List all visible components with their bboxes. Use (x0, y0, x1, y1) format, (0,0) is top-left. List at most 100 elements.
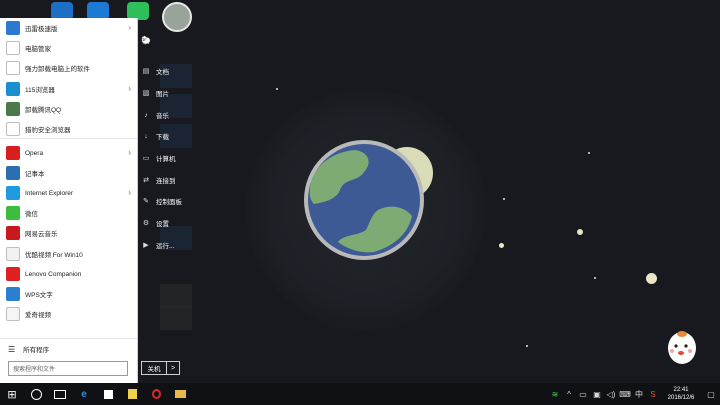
start-menu-item[interactable]: Internet Explorer › (0, 183, 137, 203)
start-menu-item[interactable]: 优酷视频 For Win10 (0, 244, 137, 264)
connect-icon: ⇄ (143, 177, 149, 184)
search-button[interactable] (24, 383, 48, 405)
keyboard-icon[interactable]: ⌨ (618, 383, 632, 405)
star (577, 229, 583, 235)
taskbar: ⊞ e ≋ ^ ▭ ▣ ◁) ⌨ 中 S 22:41 2016/12/6 ▢ (0, 383, 720, 405)
start-right-label: 运行... (156, 243, 175, 250)
start-right-item[interactable]: ↓ 下载 (141, 127, 169, 145)
all-programs-label: 所有程序 (23, 347, 50, 354)
wifi-icon[interactable]: ≋ (548, 383, 562, 405)
ime-indicator[interactable]: 中 (632, 383, 646, 405)
start-right-label: 连接到 (156, 178, 176, 185)
music-icon: ♪ (144, 111, 148, 119)
desktop-tile (160, 284, 192, 308)
ie-icon (6, 186, 20, 200)
doc-icon (6, 122, 20, 136)
start-right-item[interactable]: ▭ 计算机 (141, 149, 176, 167)
folder-icon (174, 390, 186, 398)
start-right-item[interactable]: ⚙ 设置 (141, 214, 169, 232)
pictures-icon: ▧ (142, 90, 150, 97)
taskbar-notes[interactable] (120, 383, 144, 405)
start-menu-item[interactable]: 卸载腾讯QQ (0, 99, 137, 119)
clock[interactable]: 22:41 2016/12/6 (660, 386, 702, 402)
start-right-label: 控制面板 (156, 199, 182, 206)
app-label: 爱奇视频 (25, 312, 51, 319)
all-programs-button[interactable]: ☰ 所有程序 (0, 340, 137, 358)
chevron-right-icon: › (128, 148, 131, 157)
star (499, 243, 504, 248)
ime-label: 中 (635, 389, 643, 399)
star (526, 345, 528, 347)
search-input[interactable]: 搜索程序和文件 (8, 361, 128, 376)
app-label: 迅雷极速版 (25, 26, 58, 33)
start-right-item[interactable]: ▧ 图片 (141, 84, 169, 102)
start-right-item[interactable]: ▶ 运行... (141, 236, 174, 254)
control-panel-icon: ✎ (143, 198, 149, 205)
notes-icon (127, 389, 137, 399)
app-label: Internet Explorer (25, 189, 74, 197)
start-menu-item[interactable]: Lenovo Companion (0, 264, 137, 284)
taskbar-edge[interactable]: e (72, 383, 96, 405)
start-right-label: 文档 (156, 69, 169, 76)
app-label: WPS文字 (25, 292, 53, 299)
start-menu: 迅雷极速版 › 电脑管家 强力卸载电脑上的软件 115浏览器 › 卸载腾讯QQ 猎豹安全浏览器… (0, 18, 138, 383)
start-menu-item[interactable]: 115浏览器 › (0, 79, 137, 99)
shutdown-options-button[interactable]: > (167, 361, 180, 375)
task-view-button[interactable] (48, 383, 72, 405)
divider (0, 338, 137, 339)
lenovo-icon (6, 267, 20, 281)
settings-icon: ⚙ (142, 220, 150, 227)
system-tray: ≋ ^ ▭ ▣ ◁) ⌨ 中 S 22:41 2016/12/6 ▢ (548, 383, 720, 405)
start-right-item[interactable]: ⇄ 连接到 (141, 171, 176, 189)
start-menu-item[interactable]: Opera › (0, 143, 137, 163)
clock-date: 2016/12/6 (667, 395, 695, 401)
video-icon (6, 307, 20, 321)
app-label: 优酷视频 For Win10 (25, 252, 83, 259)
start-menu-item[interactable]: 迅雷极速版 › (0, 18, 137, 38)
start-menu-item[interactable]: 微信 (0, 203, 137, 223)
taskbar-opera[interactable] (144, 383, 168, 405)
shutdown-button[interactable]: 关机 (141, 361, 167, 375)
taskbar-explorer[interactable] (168, 383, 192, 405)
start-menu-item[interactable]: 网易云音乐 (0, 223, 137, 243)
app-label: 微信 (25, 211, 38, 218)
run-icon: ▶ (143, 242, 149, 249)
star (276, 88, 278, 90)
star (594, 277, 596, 279)
edge-icon: e (81, 388, 87, 400)
wechat-icon (6, 206, 20, 220)
start-menu-item[interactable]: 爱奇视频 (0, 304, 137, 324)
search-placeholder: 搜索程序和文件 (13, 367, 56, 373)
start-right-item[interactable]: ✎ 控制面板 (141, 192, 182, 210)
start-right-item[interactable]: ♪ 音乐 (141, 106, 169, 124)
start-right-label: 设置 (156, 221, 169, 228)
start-menu-item[interactable]: 强力卸载电脑上的软件 (0, 58, 137, 78)
documents-icon: ▤ (142, 68, 150, 75)
start-right-column: 🐑 ▤ 文档 ▧ 图片 ♪ 音乐 ↓ 下载 ▭ 计算机 ⇄ 连接到 ✎ 控制面板 ⚙ 设置 ▶ 运行... (137, 34, 197, 264)
user-avatar[interactable] (162, 2, 192, 32)
start-menu-item[interactable]: 猎豹安全浏览器 (0, 119, 137, 139)
windows-logo-icon: ⊞ (7, 388, 17, 401)
network-icon[interactable]: ▣ (590, 383, 604, 405)
chevron-up-icon[interactable]: ^ (562, 383, 576, 405)
volume-icon[interactable]: ◁) (604, 383, 618, 405)
opera-icon (6, 146, 20, 160)
tray-app-icon[interactable]: ▭ (576, 383, 590, 405)
sogou-icon[interactable]: S (646, 383, 660, 405)
search-circle-icon (30, 388, 42, 400)
start-right-label: 计算机 (156, 156, 176, 163)
start-menu-item[interactable]: WPS文字 (0, 284, 137, 304)
app-label: Lenovo Companion (25, 270, 82, 278)
thunder-icon (6, 21, 20, 35)
store-icon (103, 389, 113, 399)
taskbar-store[interactable] (96, 383, 120, 405)
mascot-sticker (668, 331, 696, 364)
start-right-label: 图片 (156, 91, 169, 98)
start-menu-item[interactable]: 电脑管家 (0, 38, 137, 58)
notification-icon[interactable]: ▢ (702, 383, 720, 405)
start-button[interactable]: ⊞ (0, 383, 24, 405)
start-right-item[interactable]: ▤ 文档 (141, 62, 169, 80)
app-label: 115浏览器 (25, 87, 55, 94)
start-menu-item[interactable]: 记事本 (0, 163, 137, 183)
qq-uninstall-icon (6, 102, 20, 116)
